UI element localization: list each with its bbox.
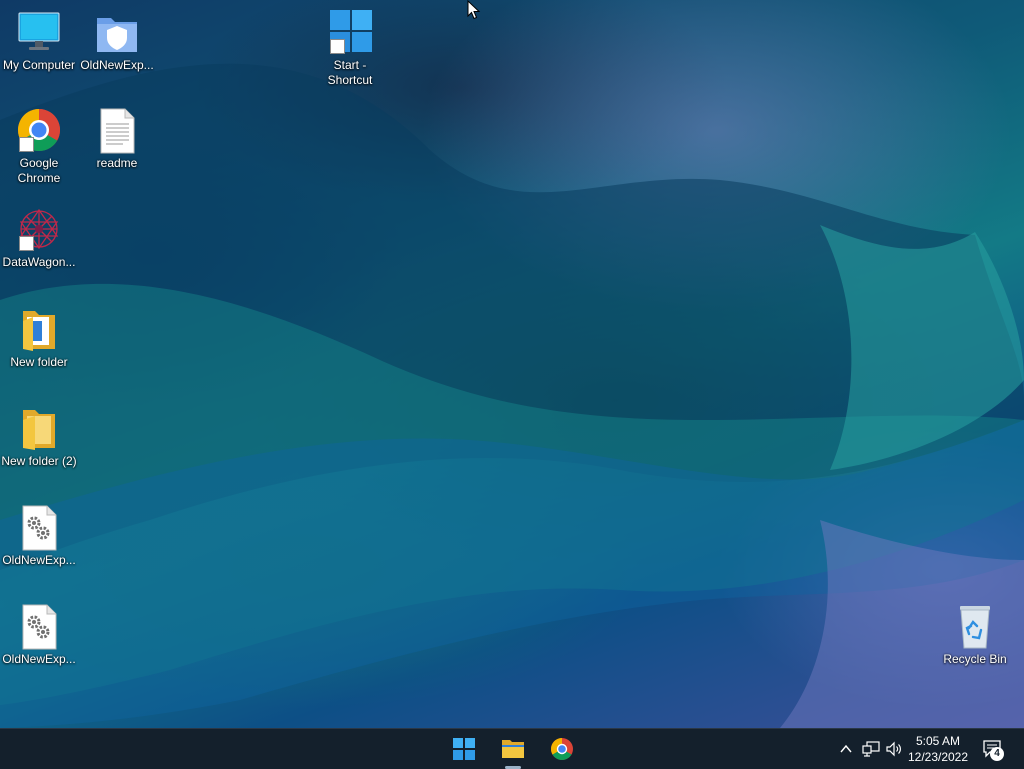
chrome-icon (551, 738, 573, 760)
show-hidden-icons-chevron-icon[interactable] (839, 742, 853, 756)
windows-logo-icon (326, 10, 374, 56)
desktop-icon-label: DataWagon... (2, 255, 76, 269)
folder-icon (15, 307, 63, 353)
notification-center-button[interactable]: 4 (982, 739, 1008, 761)
file-explorer-button[interactable] (493, 729, 533, 769)
recycle-bin-icon (951, 604, 999, 650)
desktop-icon-label: Recycle Bin (943, 652, 1007, 666)
desktop-icon-oldnewexplorer-1[interactable]: OldNewExp... (0, 505, 79, 568)
desktop-icon-label: Start - Shortcut (327, 58, 373, 87)
chrome-icon (15, 108, 63, 154)
shortcut-arrow-icon (330, 39, 345, 54)
text-document-icon (93, 108, 141, 154)
desktop-icon-label: My Computer (2, 58, 76, 72)
desktop-icon-label: OldNewExp... (80, 58, 154, 72)
start-button[interactable] (444, 729, 484, 769)
desktop-icon-recycle-bin[interactable]: Recycle Bin (935, 604, 1015, 667)
desktop-icon-new-folder[interactable]: New folder (0, 307, 79, 370)
desktop-icon-oldnewexplorer-top[interactable]: OldNewExp... (77, 10, 157, 73)
desktop-icon-my-computer[interactable]: My Computer (0, 10, 79, 73)
settings-file-icon (15, 505, 63, 551)
desktop-icon-label: New folder (10, 355, 68, 369)
desktop-icon-label: New folder (2) (1, 454, 77, 468)
monitor-icon (15, 10, 63, 56)
desktop-icon-label: readme (96, 156, 138, 170)
settings-file-icon (15, 604, 63, 650)
datawagon-icon (15, 207, 63, 253)
chrome-taskbar-button[interactable] (542, 729, 582, 769)
mouse-cursor-icon (467, 0, 481, 20)
desktop-icon-label: Google Chrome (17, 156, 61, 185)
desktop-icon-start-shortcut[interactable]: Start - Shortcut (310, 10, 390, 88)
desktop-icon-label: OldNewExp... (2, 553, 76, 567)
desktop-icon-label: OldNewExp... (2, 652, 76, 666)
shield-folder-icon (93, 10, 141, 56)
desktop-icon-readme[interactable]: readme (77, 108, 157, 171)
folder-icon (15, 406, 63, 452)
taskbar-clock[interactable]: 5:05 AM 12/23/2022 (900, 733, 976, 765)
desktop-icon-datawagon[interactable]: DataWagon... (0, 207, 79, 270)
windows-logo-icon (453, 738, 475, 760)
desktop-icon-new-folder-2[interactable]: New folder (2) (0, 406, 79, 469)
notification-count-badge: 4 (990, 747, 1004, 761)
clock-date: 12/23/2022 (907, 750, 969, 764)
folder-icon (502, 740, 524, 758)
desktop-icon-google-chrome[interactable]: Google Chrome (0, 108, 79, 186)
shortcut-arrow-icon (19, 137, 34, 152)
clock-time: 5:05 AM (915, 734, 961, 748)
shortcut-arrow-icon (19, 236, 34, 251)
taskbar: 5:05 AM 12/23/2022 4 (0, 728, 1024, 769)
network-icon[interactable] (862, 741, 880, 757)
desktop-icon-oldnewexplorer-2[interactable]: OldNewExp... (0, 604, 79, 667)
